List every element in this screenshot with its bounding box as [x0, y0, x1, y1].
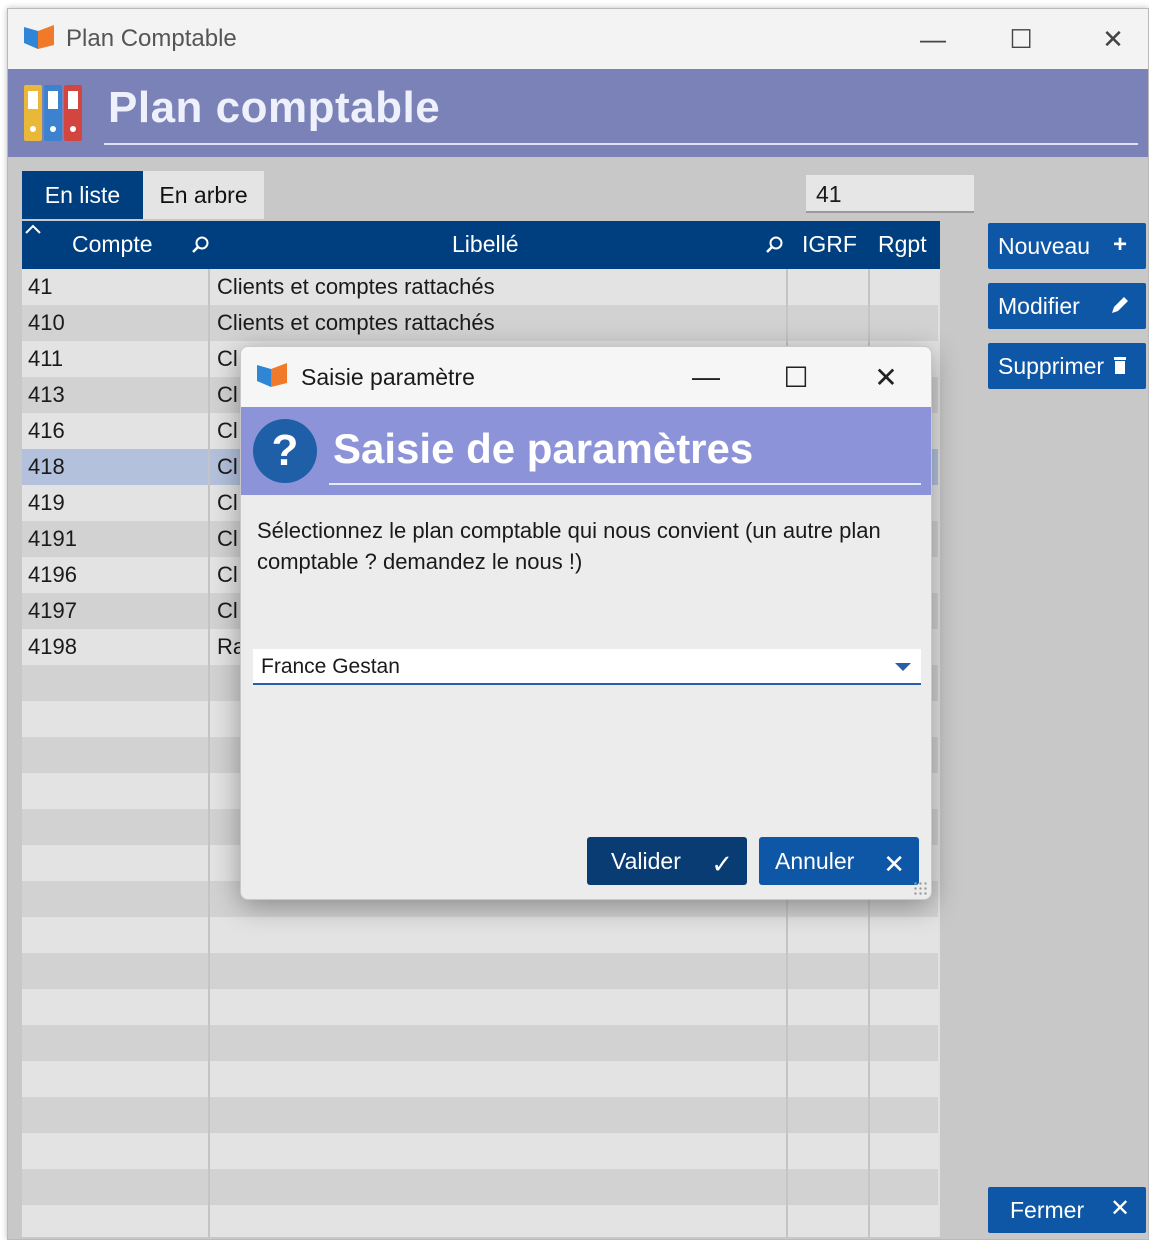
close-icon: ✕ — [1109, 1195, 1131, 1222]
cell-compte: 4197 — [28, 598, 77, 623]
column-header-rgpt[interactable]: Rgpt — [878, 231, 927, 258]
nouveau-label: Nouveau — [998, 232, 1091, 259]
cell-libelle: Cl — [217, 562, 238, 587]
table-row[interactable]: 410 Clients et comptes rattachés — [22, 305, 938, 341]
supprimer-button[interactable]: Supprimer — [988, 343, 1146, 389]
dialog-window-title: Saisie paramètre — [301, 364, 475, 390]
table-row-empty — [22, 953, 938, 989]
nouveau-button[interactable]: Nouveau + — [988, 223, 1146, 269]
cell-libelle: Cl — [217, 346, 238, 371]
checkmark-icon: ✓ — [711, 849, 733, 879]
cell-libelle: Cl — [217, 490, 238, 515]
annuler-button[interactable]: Annuler ✕ — [759, 837, 919, 885]
annuler-label: Annuler — [775, 847, 855, 874]
cell-libelle: Clients et comptes rattachés — [217, 274, 495, 299]
supprimer-label: Supprimer — [998, 352, 1105, 379]
table-row-empty — [22, 1205, 938, 1237]
cell-libelle: Cl — [217, 382, 238, 407]
dialog-title-bar: Saisie paramètre — ☐ ✕ — [241, 347, 931, 407]
valider-label: Valider — [611, 847, 681, 874]
tab-en-liste[interactable]: En liste — [22, 171, 143, 219]
resize-grip-icon[interactable] — [913, 881, 927, 895]
search-icon[interactable] — [764, 235, 784, 255]
cell-libelle: Clients et comptes rattachés — [217, 310, 495, 335]
title-underline — [104, 143, 1138, 145]
dialog-message: Sélectionnez le plan comptable qui nous … — [257, 518, 881, 574]
binders-icon — [24, 85, 82, 141]
dialog-title: Saisie de paramètres — [333, 425, 754, 472]
fermer-button[interactable]: Fermer ✕ — [988, 1187, 1146, 1233]
cell-compte: 41 — [28, 274, 53, 299]
close-icon: ✕ — [883, 849, 905, 879]
search-icon[interactable] — [190, 235, 210, 255]
cell-compte: 4198 — [28, 634, 77, 659]
column-header-igrf[interactable]: IGRF — [802, 231, 857, 258]
table-row[interactable]: 41 Clients et comptes rattachés — [22, 269, 938, 305]
cell-compte: 411 — [28, 346, 64, 371]
table-row-empty — [22, 989, 938, 1025]
cell-libelle: Cl — [217, 454, 238, 479]
table-row-empty — [22, 1097, 938, 1133]
maximize-button[interactable]: ☐ — [998, 19, 1044, 59]
search-input[interactable]: 41 — [806, 175, 974, 213]
cell-libelle: Cl — [217, 418, 238, 443]
table-row-empty — [22, 1133, 938, 1169]
column-divider — [208, 269, 210, 1237]
app-logo-icon — [257, 363, 287, 387]
question-icon: ? — [253, 419, 317, 483]
dialog-maximize-button[interactable]: ☐ — [773, 357, 819, 397]
dialog-close-button[interactable]: ✕ — [863, 357, 909, 397]
title-underline — [329, 483, 921, 485]
app-logo-icon — [24, 25, 54, 49]
dialog-minimize-button[interactable]: — — [683, 357, 729, 397]
page-title: Plan comptable — [108, 83, 441, 132]
table-row-empty — [22, 1169, 938, 1205]
minimize-button[interactable]: — — [910, 19, 956, 59]
select-value: France Gestan — [261, 655, 400, 678]
window-title: Plan Comptable — [66, 25, 237, 52]
pencil-icon — [1112, 297, 1128, 313]
cell-libelle: Cl — [217, 526, 238, 551]
table-row-empty — [22, 917, 938, 953]
cell-compte: 416 — [28, 418, 65, 443]
column-header-libelle[interactable]: Libellé — [452, 231, 519, 258]
cell-compte: 413 — [28, 382, 65, 407]
table-header: Compte Libellé IGRF Rgpt — [22, 221, 940, 269]
table-row-empty — [22, 1025, 938, 1061]
cell-compte: 419 — [28, 490, 65, 515]
dialog-banner: ? Saisie de paramètres — [241, 407, 931, 495]
cell-libelle: Cl — [217, 598, 238, 623]
parameter-dialog: Saisie paramètre — ☐ ✕ ? Saisie de param… — [240, 346, 932, 900]
plan-comptable-select[interactable]: France Gestan — [253, 649, 921, 685]
cell-compte: 4191 — [28, 526, 77, 551]
column-header-compte[interactable]: Compte — [72, 231, 153, 258]
cell-compte: 418 — [28, 454, 65, 479]
title-bar: Plan Comptable — ☐ ✕ — [8, 9, 1148, 69]
valider-button[interactable]: Valider ✓ — [587, 837, 747, 885]
cell-compte: 410 — [28, 310, 65, 335]
sort-asc-icon[interactable] — [24, 223, 42, 235]
close-button[interactable]: ✕ — [1090, 19, 1136, 59]
table-row-empty — [22, 1061, 938, 1097]
cell-compte: 4196 — [28, 562, 77, 587]
modifier-label: Modifier — [998, 292, 1080, 319]
header-banner: Plan comptable — [8, 69, 1148, 157]
plus-icon: + — [1112, 231, 1127, 258]
chevron-down-icon[interactable] — [895, 663, 911, 671]
tab-en-arbre[interactable]: En arbre — [143, 171, 264, 219]
modifier-button[interactable]: Modifier — [988, 283, 1146, 329]
trash-icon — [1108, 353, 1132, 377]
fermer-label: Fermer — [1010, 1196, 1085, 1223]
